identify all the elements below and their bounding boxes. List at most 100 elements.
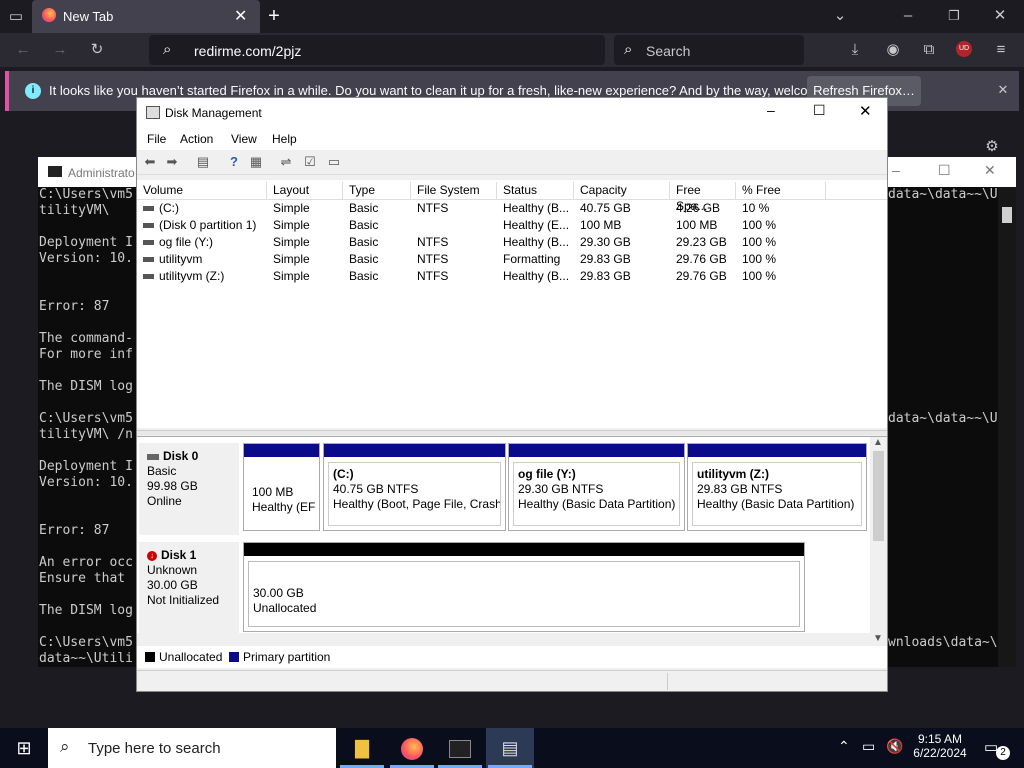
cell-free: 4.26 GB — [676, 201, 721, 215]
forward-arrow-icon[interactable]: ➡ — [163, 153, 181, 171]
menu-view[interactable]: View — [231, 132, 257, 146]
cell-volume: utilityvm (Z:) — [159, 269, 225, 283]
col-status[interactable]: Status — [497, 182, 574, 199]
menu-action[interactable]: Action — [180, 132, 213, 146]
settings-list-icon[interactable]: ▭ — [325, 153, 343, 171]
browser-tab-bar: ▭ New Tab ✕ + ⌄ – ❐ ✕ — [0, 0, 1024, 33]
cell-status: Healthy (B... — [503, 269, 570, 283]
terminal-minimize-icon[interactable]: – — [892, 162, 900, 178]
terminal-line: For more inf — [39, 347, 133, 362]
terminal-line: data~\data~~\U — [888, 411, 998, 426]
terminal-maximize-icon[interactable]: ☐ — [938, 162, 951, 178]
menu-icon[interactable]: ≡ — [986, 35, 1016, 65]
forward-icon[interactable]: → — [45, 35, 75, 65]
tab-close-icon[interactable]: ✕ — [234, 6, 247, 26]
col-type[interactable]: Type — [343, 182, 411, 199]
show-hide-tree-icon[interactable]: ▤ — [194, 153, 212, 171]
col-percent-free[interactable]: % Free — [736, 182, 826, 199]
cell-pct: 100 % — [742, 252, 777, 266]
taskbar-search[interactable]: ⌕ Type here to search — [48, 728, 336, 768]
cell-type: Basic — [349, 269, 379, 283]
profile-badge[interactable]: UD — [956, 41, 972, 57]
clock[interactable]: 9:15 AM 6/22/2024 — [912, 732, 968, 760]
minimize-icon[interactable]: – — [894, 1, 922, 31]
disk-view-scrollbar[interactable]: ▲ ▼ — [870, 437, 887, 647]
properties-icon[interactable]: ▦ — [247, 153, 265, 171]
downloads-icon[interactable]: ⤓ — [840, 35, 870, 65]
col-volume[interactable]: Volume — [137, 182, 267, 199]
command-prompt-taskbar-icon[interactable] — [436, 728, 484, 768]
extensions-icon[interactable]: ⧉ — [914, 35, 944, 65]
address-bar[interactable]: ⌕ redirme.com/2pjz — [149, 35, 605, 65]
volume-muted-icon[interactable]: 🔇 — [886, 738, 903, 755]
disk-0-label[interactable]: Disk 0 Basic 99.98 GB Online — [139, 443, 239, 535]
new-tab-button[interactable]: + — [260, 1, 288, 31]
connect-icon[interactable]: ⇌ — [277, 153, 295, 171]
cell-layout: Simple — [273, 218, 310, 232]
windows-start-icon[interactable]: ⊞ — [0, 728, 48, 768]
pane-splitter[interactable] — [137, 430, 887, 435]
col-layout[interactable]: Layout — [267, 182, 343, 199]
terminal-line: data~\data~~\U — [888, 187, 998, 202]
list-all-tabs-icon[interactable]: ⌄ — [826, 1, 854, 31]
volume-row[interactable]: og file (Y:) Simple Basic NTFS Healthy (B...… — [137, 234, 887, 251]
scroll-up-icon[interactable]: ▲ — [873, 437, 883, 448]
clock-time: 9:15 AM — [917, 732, 963, 746]
volume-row[interactable]: (Disk 0 partition 1) Simple Basic Healthy (… — [137, 217, 887, 234]
account-icon[interactable]: ◉ — [878, 35, 908, 65]
dm-minimize-icon[interactable]: – — [767, 102, 775, 118]
terminal-scrollbar[interactable] — [998, 187, 1016, 667]
restore-icon[interactable]: ❐ — [940, 1, 968, 31]
tab-list-icon[interactable]: ▭ — [2, 2, 30, 32]
disk-0-kind: Basic — [147, 464, 177, 478]
disk-management-taskbar-icon[interactable]: ▤ — [486, 728, 534, 768]
network-icon[interactable]: ▭ — [862, 738, 875, 755]
terminal-close-icon[interactable]: ✕ — [984, 162, 996, 178]
scroll-down-icon[interactable]: ▼ — [873, 633, 883, 644]
partition-unallocated[interactable]: 30.00 GB Unallocated — [243, 542, 805, 632]
cell-pct: 100 % — [742, 218, 777, 232]
partition-size: 100 MB — [252, 485, 294, 499]
tab-new-tab[interactable]: New Tab ✕ — [32, 0, 260, 33]
search-icon: ⌕ — [624, 41, 633, 58]
partition-y[interactable]: og file (Y:) 29.30 GB NTFS Healthy (Basi… — [508, 443, 685, 531]
terminal-line: Version: 10. — [39, 251, 133, 266]
firefox-taskbar-icon[interactable] — [388, 728, 436, 768]
col-capacity[interactable]: Capacity — [574, 182, 670, 199]
volume-drive-icon — [143, 240, 154, 245]
tab-title: New Tab — [63, 9, 114, 24]
search-bar[interactable]: ⌕ Search — [614, 35, 804, 65]
partition-c[interactable]: (C:) 40.75 GB NTFS Healthy (Boot, Page F… — [323, 443, 506, 531]
col-file-system[interactable]: File System — [411, 182, 497, 199]
back-icon[interactable]: ← — [8, 35, 38, 65]
help-icon[interactable]: ? — [225, 153, 243, 171]
checklist-icon[interactable]: ☑ — [301, 153, 319, 171]
menu-file[interactable]: File — [147, 132, 166, 146]
close-notification-icon[interactable]: ✕ — [989, 75, 1017, 105]
cell-volume: (Disk 0 partition 1) — [159, 218, 257, 232]
partition-name: og file (Y:) — [518, 467, 576, 481]
menu-help[interactable]: Help — [272, 132, 297, 146]
volume-row[interactable]: utilityvm Simple Basic NTFS Formatting 29.83 … — [137, 251, 887, 268]
close-window-icon[interactable]: ✕ — [986, 1, 1014, 31]
cell-fs: NTFS — [417, 252, 449, 266]
file-explorer-icon[interactable]: ▇ — [338, 728, 386, 768]
unallocated-swatch — [145, 652, 155, 662]
cell-status: Healthy (E... — [503, 218, 570, 232]
partition-z[interactable]: utilityvm (Z:) 29.83 GB NTFS Healthy (Ba… — [687, 443, 867, 531]
volume-row[interactable]: utilityvm (Z:) Simple Basic NTFS Healthy (B.… — [137, 268, 887, 285]
dm-maximize-icon[interactable]: ☐ — [813, 102, 826, 119]
dm-close-icon[interactable]: ✕ — [859, 102, 872, 120]
disk-1-label[interactable]: ↓ Disk 1 Unknown 30.00 GB Not Initialized — [139, 542, 239, 634]
partition-efi[interactable]: 100 MB Healthy (EFI — [243, 443, 320, 531]
partition-status: Healthy (EFI — [252, 500, 315, 514]
volume-row[interactable]: (C:) Simple Basic NTFS Healthy (B... 40.75 GB… — [137, 200, 887, 217]
partition-status: Healthy (Basic Data Partition) — [697, 497, 855, 511]
show-hidden-icons[interactable]: ⌃ — [838, 738, 850, 755]
col-free-space[interactable]: Free Spa... — [670, 182, 736, 213]
cell-free: 29.76 GB — [676, 269, 727, 283]
back-arrow-icon[interactable]: ⬅ — [141, 153, 159, 171]
volume-list: Volume Layout Type File System Status Ca… — [137, 180, 887, 428]
reload-icon[interactable]: ↻ — [82, 35, 112, 65]
partition-size: 29.30 GB NTFS — [518, 482, 604, 496]
